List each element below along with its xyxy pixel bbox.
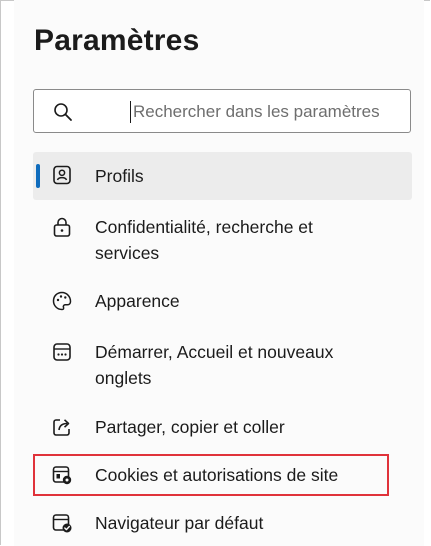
sidebar-item-label: Démarrer, Accueil et nouveaux onglets [95,342,334,388]
active-indicator [36,164,40,188]
sidebar-item-demarrer[interactable]: Démarrer, Accueil et nouveaux onglets [33,339,412,391]
sidebar-item-label: Partager, copier et coller [95,417,285,437]
page-title: Paramètres [34,24,200,57]
palette-icon [52,291,72,311]
sidebar-item-label: Apparence [95,291,180,311]
search-input[interactable]: Rechercher dans les paramètres [133,102,380,122]
home-tab-icon [53,343,71,361]
sidebar-item-label: Navigateur par défaut [95,513,264,533]
search-box[interactable]: Rechercher dans les paramètres [33,89,411,133]
profile-icon [53,165,71,185]
sidebar-item-label: Confidentialité, recherche et services [95,217,313,263]
sidebar-item-label: Cookies et autorisations de site [95,465,339,485]
sidebar-item-cookies[interactable]: Cookies et autorisations de site [33,462,412,488]
share-icon [53,419,70,436]
search-icon [54,103,72,121]
default-browser-icon [52,514,72,533]
sidebar-item-apparence[interactable]: Apparence [33,288,412,314]
sidebar-item-partager[interactable]: Partager, copier et coller [33,414,412,440]
sidebar-item-confidentialite[interactable]: Confidentialité, recherche et services [33,214,412,266]
sidebar-item-label: Profils [95,166,144,186]
text-cursor [130,101,131,123]
site-permissions-icon [52,466,72,485]
lock-icon [53,217,71,237]
sidebar-item-profils[interactable]: Profils [33,152,412,200]
sidebar-item-navigateur[interactable]: Navigateur par défaut [33,510,412,536]
